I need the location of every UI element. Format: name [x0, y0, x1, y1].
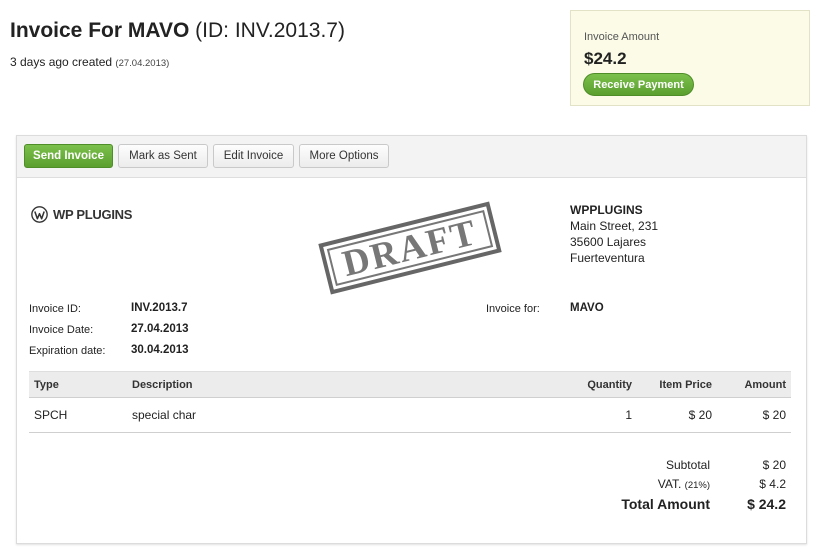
- created-date: (27.04.2013): [115, 58, 170, 69]
- invoice-date-value: 27.04.2013: [131, 323, 189, 335]
- expiration-date-label: Expiration date:: [29, 345, 106, 357]
- invoice-id-label: Invoice ID:: [29, 303, 81, 315]
- cell-quantity: 1: [487, 397, 637, 433]
- company-region: Fuerteventura: [570, 251, 645, 265]
- col-amount: Amount: [717, 371, 791, 398]
- col-type: Type: [29, 371, 127, 398]
- invoice-date-label: Invoice Date:: [29, 324, 94, 336]
- company-city: 35600 Lajares: [570, 235, 647, 249]
- invoice-id-text: (ID: INV.2013.7): [195, 19, 345, 42]
- company-street: Main Street, 231: [570, 219, 659, 233]
- draft-stamp-inner: DRAFT: [326, 209, 494, 287]
- vat-rate: (21%): [684, 480, 710, 491]
- invoice-for-label: Invoice for:: [486, 303, 540, 315]
- logo-text: WP PLUGINS: [53, 207, 133, 222]
- invoice-amount-box: Invoice Amount $24.2 Receive Payment: [570, 10, 810, 106]
- draft-stamp: DRAFT: [318, 201, 502, 295]
- table-row: SPCH special char 1 $ 20 $ 20: [29, 397, 791, 433]
- invoice-card: Send Invoice Mark as Sent Edit Invoice M…: [16, 135, 807, 544]
- invoice-amount-label: Invoice Amount: [584, 31, 660, 43]
- more-options-button[interactable]: More Options: [299, 144, 389, 168]
- cell-amount: $ 20: [717, 397, 791, 433]
- invoice-id-value: INV.2013.7: [131, 302, 188, 314]
- cell-item-price: $ 20: [637, 397, 717, 433]
- table-header-row: Type Description Quantity Item Price Amo…: [29, 371, 791, 398]
- wordpress-icon: [31, 206, 48, 223]
- total-amount-label: Total Amount: [621, 496, 710, 512]
- invoice-for-value: MAVO: [570, 302, 604, 314]
- cell-type: SPCH: [29, 397, 127, 433]
- expiration-date-value: 30.04.2013: [131, 344, 189, 356]
- col-item-price: Item Price: [637, 371, 717, 398]
- created-text: 3 days ago created: [10, 55, 113, 69]
- vat-value: $ 4.2: [759, 477, 786, 491]
- invoice-items-table: Type Description Quantity Item Price Amo…: [29, 371, 791, 433]
- vat-label-group: VAT. (21%): [658, 477, 710, 491]
- total-amount-value: $ 24.2: [747, 496, 786, 512]
- col-quantity: Quantity: [487, 371, 637, 398]
- subtotal-value: $ 20: [762, 458, 786, 472]
- company-name: WPPLUGINS: [570, 203, 643, 217]
- company-address: WPPLUGINS Main Street, 231 35600 Lajares…: [570, 202, 658, 266]
- receive-payment-button[interactable]: Receive Payment: [583, 73, 694, 96]
- cell-description: special char: [127, 397, 487, 433]
- created-info: 3 days ago created (27.04.2013): [10, 55, 169, 69]
- invoice-toolbar: Send Invoice Mark as Sent Edit Invoice M…: [17, 136, 806, 178]
- page-title: Invoice For MAVO (ID: INV.2013.7): [10, 19, 345, 43]
- mark-as-sent-button[interactable]: Mark as Sent: [118, 144, 208, 168]
- invoice-amount-value: $24.2: [584, 49, 627, 68]
- title-prefix: Invoice For: [10, 19, 123, 42]
- client-name: MAVO: [127, 19, 190, 42]
- draft-stamp-text: DRAFT: [338, 211, 482, 285]
- col-description: Description: [127, 371, 487, 398]
- subtotal-label: Subtotal: [665, 458, 710, 472]
- company-logo: WP PLUGINS: [31, 206, 132, 223]
- edit-invoice-button[interactable]: Edit Invoice: [213, 144, 294, 168]
- send-invoice-button[interactable]: Send Invoice: [24, 144, 113, 168]
- vat-label: VAT.: [657, 477, 682, 491]
